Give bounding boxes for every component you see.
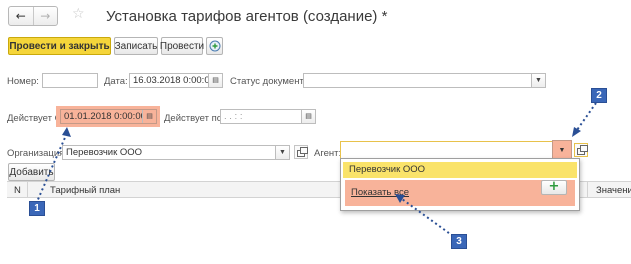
page-title: Установка тарифов агентов (создание) * [106, 8, 388, 25]
annotation-badge-1: 1 [29, 201, 45, 216]
open-organization-icon[interactable] [294, 145, 308, 159]
column-n[interactable]: N [14, 185, 21, 196]
post-and-close-button[interactable]: Провести и закрыть [8, 37, 111, 55]
valid-from-field[interactable]: 01.01.2018 0:00:00 ▤ [60, 109, 157, 124]
agent-field[interactable] [340, 141, 571, 159]
save-button[interactable]: Записать [114, 37, 158, 55]
date-value: 16.03.2018 0:00:00 [133, 75, 215, 86]
status-label: Статус документа: [230, 76, 312, 87]
valid-to-field[interactable]: . . : : ▤ [220, 109, 316, 124]
calendar-icon[interactable]: ▤ [301, 110, 315, 123]
list-item[interactable]: Перевозчик ООО [343, 162, 577, 178]
chevron-down-icon[interactable]: ▼ [275, 146, 289, 159]
chevron-down-icon: ▼ [558, 146, 566, 154]
calendar-icon[interactable]: ▤ [142, 110, 156, 123]
column-value[interactable]: Значени [596, 185, 631, 196]
add-agent-button[interactable]: + [541, 180, 567, 195]
agent-dropdown-list: Перевозчик ООО Показать все + [340, 158, 580, 211]
show-all-link[interactable]: Показать все [351, 187, 409, 198]
organization-value: Перевозчик ООО [66, 147, 143, 158]
favorite-star-icon[interactable]: ☆ [72, 6, 85, 22]
chevron-down-icon[interactable]: ▼ [531, 74, 545, 87]
document-chain-button[interactable] [206, 37, 223, 55]
valid-to-value: . . : : [224, 111, 243, 122]
column-divider [587, 182, 588, 198]
date-label: Дата: [104, 76, 128, 87]
arrow-head-1 [62, 127, 71, 137]
column-divider [27, 182, 28, 198]
organization-field[interactable]: Перевозчик ООО ▼ [62, 145, 290, 160]
plus-icon: + [548, 179, 560, 194]
valid-from-value: 01.01.2018 0:00:00 [64, 111, 146, 122]
agent-label: Агент: [314, 148, 342, 159]
agent-dropdown-button[interactable]: ▼ [552, 140, 572, 160]
arrow-head-2 [572, 127, 581, 137]
column-tariff-plan[interactable]: Тарифный план [50, 185, 120, 196]
calendar-icon[interactable]: ▤ [208, 74, 222, 87]
arrow-line-2 [576, 102, 597, 131]
date-field[interactable]: 16.03.2018 0:00:00 ▤ [129, 73, 223, 88]
annotation-badge-2: 2 [591, 88, 607, 103]
post-button[interactable]: Провести [160, 37, 204, 55]
valid-to-label: Действует по: [164, 113, 225, 124]
document-chain-icon [209, 40, 220, 52]
open-agent-icon[interactable] [574, 143, 588, 157]
add-button[interactable]: Добавить [8, 163, 55, 181]
status-select[interactable]: ▼ [303, 73, 546, 88]
number-label: Номер: [7, 76, 39, 87]
annotation-badge-3: 3 [451, 234, 467, 249]
number-field[interactable] [42, 73, 98, 88]
nav-arrows: ← → [8, 6, 58, 26]
organization-label: Организация: [7, 148, 67, 159]
forward-arrow-icon[interactable]: → [34, 7, 58, 25]
back-arrow-icon[interactable]: ← [9, 7, 34, 25]
